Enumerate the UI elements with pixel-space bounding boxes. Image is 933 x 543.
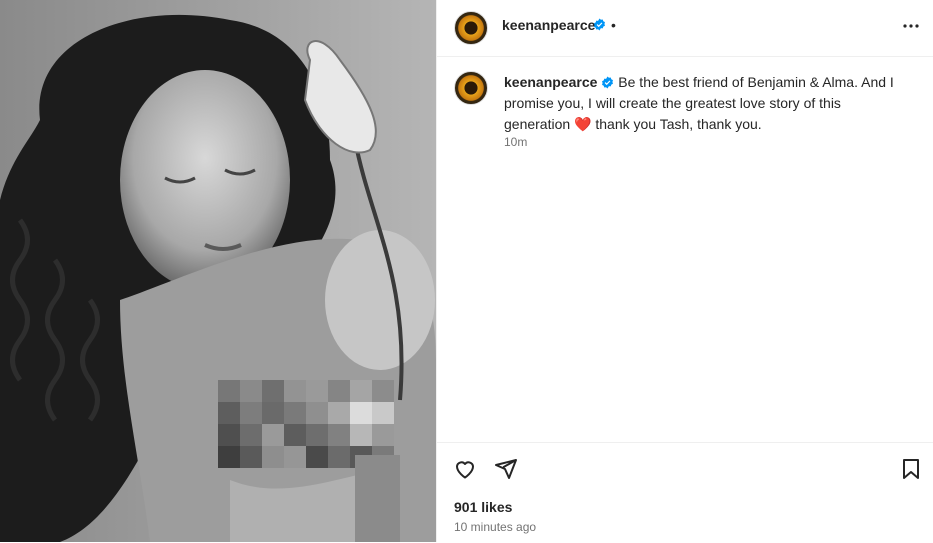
post-header: keenanpearce • <box>437 0 933 57</box>
caption-text-block: keenanpearce Be the best friend of Benja… <box>504 72 909 135</box>
post-details-panel: keenanpearce • keenanpearce Be the best … <box>436 0 933 542</box>
caption-timestamp[interactable]: 10m <box>504 135 527 149</box>
paper-plane-icon[interactable] <box>494 457 518 481</box>
post-photo <box>0 0 436 542</box>
post-timestamp[interactable]: 10 minutes ago <box>454 520 536 534</box>
header-separator-dot: • <box>611 17 616 33</box>
author-username[interactable]: keenanpearce <box>502 17 595 33</box>
verified-badge-icon <box>594 18 605 31</box>
heart-icon[interactable] <box>453 457 477 481</box>
caption-author-username[interactable]: keenanpearce <box>504 74 597 90</box>
post-actions: 901 likes 10 minutes ago <box>437 442 933 543</box>
more-options-icon[interactable] <box>899 14 923 38</box>
bookmark-icon[interactable] <box>899 457 923 481</box>
author-avatar[interactable] <box>454 11 488 45</box>
censor-mosaic <box>218 380 394 468</box>
like-count[interactable]: 901 likes <box>454 499 512 515</box>
caption-author-avatar[interactable] <box>454 71 488 105</box>
post-image[interactable] <box>0 0 436 542</box>
verified-badge-icon <box>602 76 614 89</box>
